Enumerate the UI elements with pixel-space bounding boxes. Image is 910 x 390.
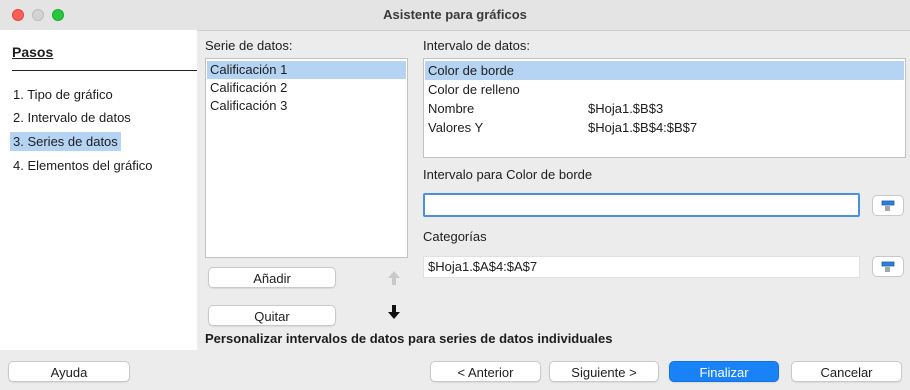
data-range-label: Intervalo de datos: (423, 38, 530, 53)
window-title: Asistente para gráficos (383, 7, 527, 22)
series-label: Serie de datos: (205, 38, 293, 53)
categories-label: Categorías (423, 229, 487, 244)
range-role-name: Color de relleno (428, 82, 520, 97)
categories-input[interactable]: $Hoja1.$A$4:$A$7 (423, 256, 860, 278)
help-button[interactable]: Ayuda (8, 361, 130, 382)
shrink-dialog-icon (881, 261, 895, 272)
range-role-name: Color de borde (428, 63, 514, 78)
hint-text: Personalizar intervalos de datos para se… (205, 331, 613, 346)
title-bar: Asistente para gráficos (0, 0, 910, 31)
finish-button[interactable]: Finalizar (669, 361, 779, 382)
series-item[interactable]: Calificación 2 (207, 79, 406, 97)
data-range-row[interactable]: Color de borde (425, 61, 904, 80)
step-chart-type[interactable]: 1. Tipo de gráfico (10, 85, 116, 104)
series-item[interactable]: Calificación 1 (207, 61, 406, 79)
move-down-arrow-icon[interactable] (386, 304, 402, 320)
select-range-button[interactable] (872, 195, 904, 216)
range-role-value: $Hoja1.$B$4:$B$7 (588, 120, 698, 135)
step-data-range[interactable]: 2. Intervalo de datos (10, 108, 134, 127)
back-button[interactable]: < Anterior (430, 361, 541, 382)
range-role-name: Nombre (428, 101, 475, 116)
step-chart-elements[interactable]: 4. Elementos del gráfico (10, 156, 155, 175)
series-list[interactable]: Calificación 1 Calificación 2 Calificaci… (205, 58, 408, 258)
shrink-dialog-icon (881, 200, 895, 211)
categories-value: $Hoja1.$A$4:$A$7 (428, 259, 538, 274)
steps-header: Pasos (12, 44, 54, 60)
next-button[interactable]: Siguiente > (549, 361, 659, 382)
step-data-series[interactable]: 3. Series de datos (10, 132, 121, 151)
move-up-arrow-icon[interactable] (386, 270, 402, 286)
steps-panel: Pasos 1. Tipo de gráfico 2. Intervalo de… (0, 30, 197, 350)
series-item[interactable]: Calificación 3 (207, 97, 406, 115)
range-for-label: Intervalo para Color de borde (423, 167, 593, 182)
data-range-row[interactable]: Nombre $Hoja1.$B$3 (425, 99, 904, 118)
add-series-button[interactable]: Añadir (208, 267, 336, 288)
cancel-button[interactable]: Cancelar (791, 361, 902, 382)
steps-divider (12, 70, 197, 71)
select-categories-button[interactable] (872, 256, 904, 277)
data-range-list[interactable]: Color de borde Color de relleno Nombre $… (423, 58, 906, 158)
range-role-value: $Hoja1.$B$3 (588, 101, 664, 116)
data-range-row[interactable]: Valores Y $Hoja1.$B$4:$B$7 (425, 118, 904, 137)
range-role-name: Valores Y (428, 120, 484, 135)
data-range-row[interactable]: Color de relleno (425, 80, 904, 99)
range-for-input[interactable] (423, 193, 860, 217)
remove-series-button[interactable]: Quitar (208, 305, 336, 326)
